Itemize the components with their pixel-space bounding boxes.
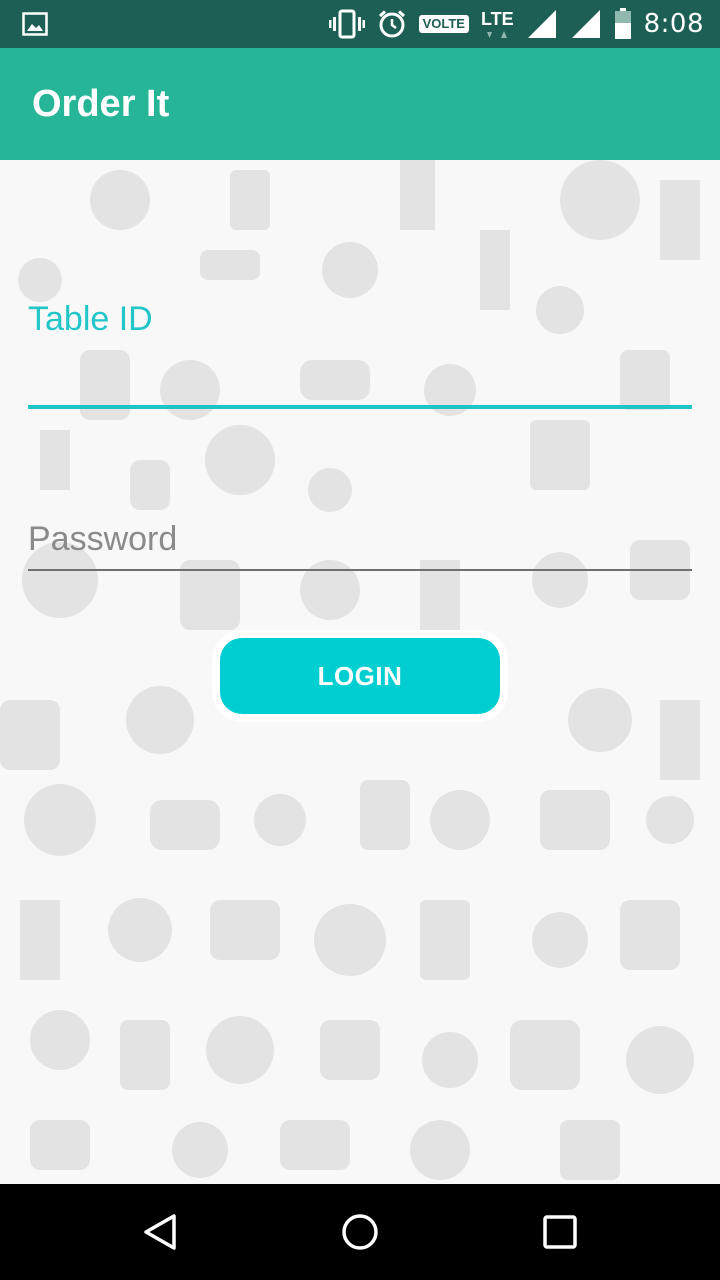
recents-icon[interactable] bbox=[540, 1212, 580, 1252]
data-arrows-icon bbox=[487, 31, 508, 38]
signal-icon bbox=[527, 10, 556, 38]
home-icon[interactable] bbox=[340, 1212, 380, 1252]
nav-bar bbox=[0, 1184, 720, 1280]
app-bar: Order It bbox=[0, 48, 720, 160]
status-time: 8:08 bbox=[643, 9, 704, 39]
login-button[interactable]: LOGIN bbox=[220, 638, 500, 714]
table-id-underline bbox=[28, 405, 692, 409]
table-id-field[interactable]: Table ID bbox=[28, 300, 692, 410]
battery-icon bbox=[614, 8, 631, 39]
password-underline bbox=[28, 569, 692, 571]
image-icon bbox=[22, 12, 48, 36]
vibrate-icon bbox=[328, 9, 365, 39]
app-title: Order It bbox=[32, 82, 170, 125]
table-id-label: Table ID bbox=[28, 300, 153, 338]
lte-label: LTE bbox=[480, 9, 514, 29]
status-bar: VOLTE LTE 8:08 bbox=[0, 0, 720, 48]
signal-icon-2 bbox=[571, 10, 600, 38]
password-field[interactable]: Password bbox=[28, 520, 692, 572]
alarm-icon bbox=[378, 10, 405, 38]
back-icon[interactable] bbox=[140, 1212, 180, 1252]
volte-icon: VOLTE bbox=[418, 15, 469, 33]
lte-icon: LTE bbox=[481, 10, 514, 38]
login-button-label: LOGIN bbox=[317, 660, 403, 691]
password-placeholder: Password bbox=[28, 520, 178, 558]
login-content: Table ID Password LOGIN bbox=[0, 160, 720, 1184]
